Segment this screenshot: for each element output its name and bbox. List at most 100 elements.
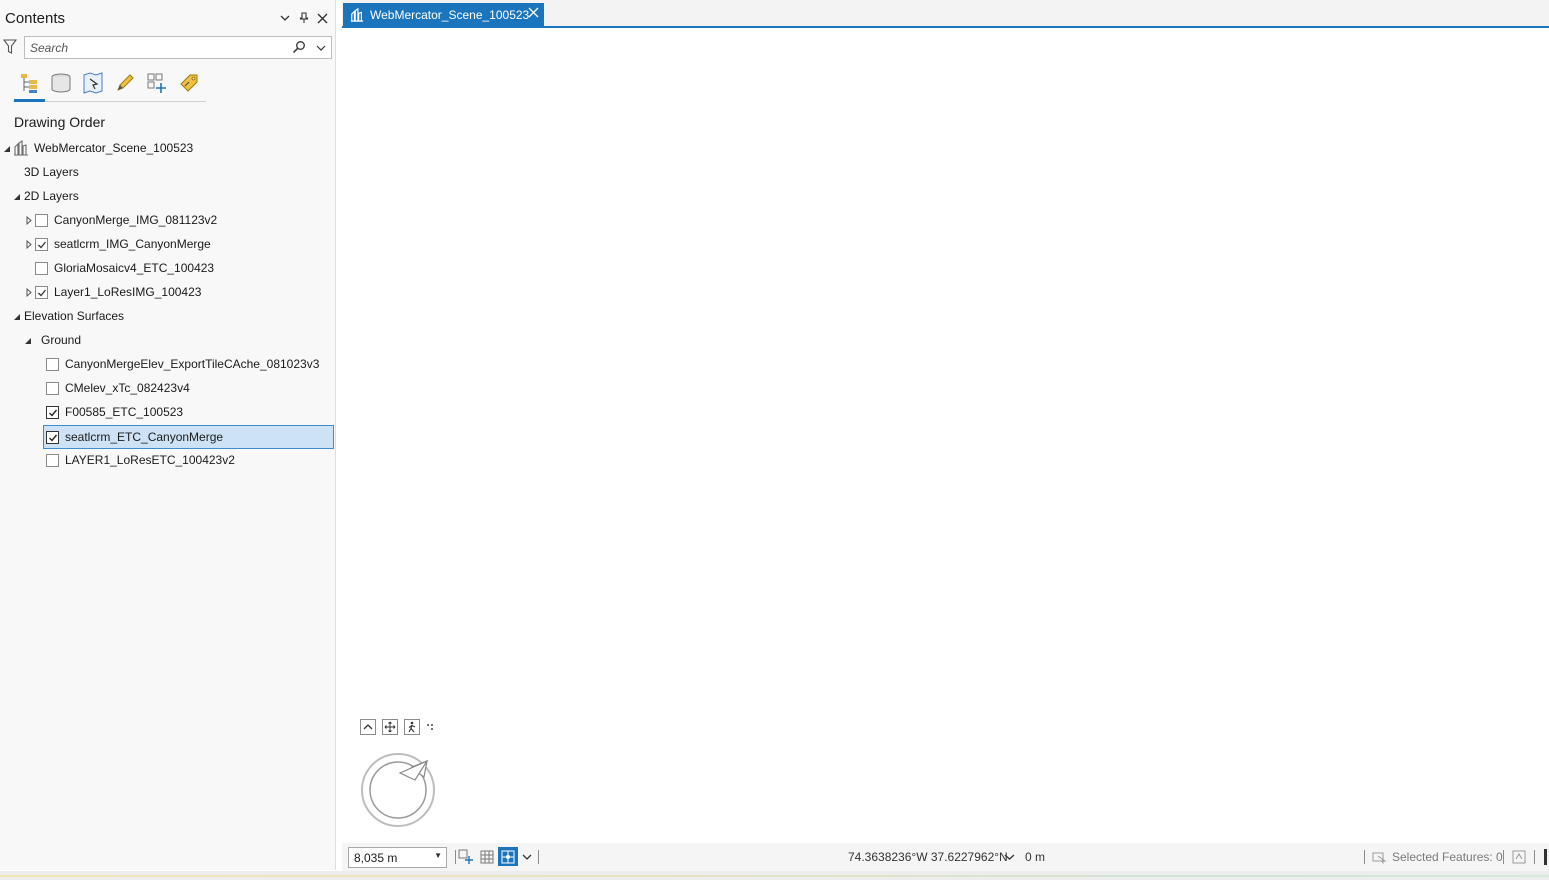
expand-icon[interactable]	[24, 288, 33, 297]
full-extent-button[interactable]	[382, 719, 398, 735]
separator	[1503, 850, 1504, 864]
tree-item-label: Layer1_LoResIMG_100423	[54, 285, 202, 299]
tree-item-ground[interactable]: Ground	[0, 329, 336, 351]
label-tag-icon	[180, 74, 198, 92]
tree-item-label: Ground	[41, 333, 82, 347]
layer-visibility-checkbox[interactable]	[35, 262, 48, 275]
list-by-selection-tab[interactable]	[77, 66, 109, 100]
tree-item-label: seatlcrm_IMG_CanyonMerge	[54, 237, 211, 251]
search-icon[interactable]	[292, 40, 306, 57]
scale-value: 8,035 m	[354, 851, 398, 865]
check-icon	[37, 289, 46, 296]
tree-item-layer[interactable]: seatlcrm_IMG_CanyonMerge	[0, 233, 336, 255]
contents-pane: Contents Search Drawing Order WebMercato…	[0, 0, 336, 870]
drawing-order-icon	[21, 74, 37, 93]
chevron-down-icon[interactable]	[518, 848, 536, 866]
chevron-down-icon[interactable]	[1004, 851, 1015, 865]
navigator-controls	[360, 719, 434, 735]
layer-visibility-checkbox[interactable]	[46, 358, 59, 371]
pause-drawing-handle[interactable]	[1544, 849, 1547, 865]
tree-item-elevation-surfaces[interactable]: Elevation Surfaces	[0, 305, 336, 327]
list-by-labeling-tab[interactable]	[173, 66, 205, 100]
tree-item-label: 2D Layers	[24, 189, 79, 203]
snapping-icon	[501, 850, 515, 863]
expand-icon[interactable]	[24, 240, 33, 249]
filter-icon[interactable]	[2, 39, 18, 58]
tree-item-label: CanyonMergeElev_ExportTileCAche_081023v3	[65, 357, 320, 371]
collapse-icon[interactable]	[12, 192, 21, 201]
collapse-icon[interactable]	[2, 144, 11, 153]
layer-visibility-checkbox[interactable]	[35, 238, 48, 251]
tree-item-elevation-source-selected[interactable]: seatlcrm_ETC_CanyonMerge	[0, 426, 336, 448]
tree-item-scene[interactable]: WebMercator_Scene_100523	[0, 137, 336, 159]
grip-dots-icon[interactable]	[426, 720, 434, 734]
map-tab-bar: WebMercator_Scene_100523	[342, 0, 1549, 28]
chevron-up-icon	[363, 724, 373, 730]
tree-item-elevation-source[interactable]: F00585_ETC_100523	[0, 401, 336, 423]
grid-icon	[480, 850, 494, 864]
coordinate-readout: 74.3638236°W 37.6227962°N	[848, 850, 1008, 864]
tree-item-elevation-source[interactable]: CanyonMergeElev_ExportTileCAche_081023v3	[0, 353, 336, 375]
search-box[interactable]	[24, 36, 332, 59]
tree-item-label: WebMercator_Scene_100523	[34, 141, 194, 155]
elevation-readout: 0 m	[1025, 850, 1046, 864]
close-icon[interactable]	[316, 10, 329, 26]
tree-item-label: GloriaMosaicv4_ETC_100423	[54, 261, 215, 275]
refresh-selection-button[interactable]	[1510, 848, 1528, 866]
separator	[1534, 850, 1535, 864]
scene-icon	[13, 139, 29, 159]
dropdown-arrow-icon: ▼	[434, 851, 442, 860]
add-extent-button[interactable]	[457, 848, 475, 866]
pin-icon[interactable]	[297, 10, 310, 26]
close-icon[interactable]	[528, 7, 539, 21]
first-person-button[interactable]	[404, 719, 420, 735]
map-selection-icon	[83, 72, 103, 94]
separator	[1364, 850, 1365, 864]
list-by-editing-tab[interactable]	[109, 66, 141, 100]
clear-selection-icon	[1512, 850, 1526, 864]
tree-item-elevation-source[interactable]: LAYER1_LoResETC_100423v2	[0, 449, 336, 471]
chevron-down-icon[interactable]	[278, 10, 291, 26]
tree-item-elevation-source[interactable]: CMelev_xTc_082423v4	[0, 377, 336, 399]
layer-visibility-checkbox[interactable]	[35, 214, 48, 227]
list-by-data-source-tab[interactable]	[45, 66, 77, 100]
layer-visibility-checkbox[interactable]	[46, 406, 59, 419]
tree-item-layer[interactable]: Layer1_LoResIMG_100423	[0, 281, 336, 303]
tree-item-2d-layers[interactable]: 2D Layers	[0, 185, 336, 207]
list-by-drawing-order-tab[interactable]	[13, 66, 45, 102]
tree-item-layer[interactable]: CanyonMerge_IMG_081123v2	[0, 209, 336, 231]
tree-item-label: Elevation Surfaces	[24, 309, 125, 323]
navigator-compass[interactable]	[360, 752, 436, 831]
chevron-down-icon[interactable]	[316, 42, 326, 56]
tree-item-label: F00585_ETC_100523	[65, 405, 184, 419]
collapse-navigator-button[interactable]	[360, 719, 376, 735]
selected-features-indicator[interactable]: Selected Features: 0	[1372, 850, 1503, 864]
search-input[interactable]	[25, 37, 275, 58]
layer-visibility-checkbox[interactable]	[46, 431, 59, 444]
tree-item-3d-layers[interactable]: 3D Layers	[0, 161, 336, 183]
tree-item-label: CanyonMerge_IMG_081123v2	[54, 213, 218, 227]
database-icon	[51, 73, 71, 93]
tree-item-layer[interactable]: GloriaMosaicv4_ETC_100423	[0, 257, 336, 279]
pane-controls	[278, 10, 329, 26]
grid-button[interactable]	[478, 848, 496, 866]
tab-label: WebMercator_Scene_100523	[370, 7, 530, 22]
layer-visibility-checkbox[interactable]	[46, 382, 59, 395]
scale-dropdown[interactable]: 8,035 m ▼	[348, 847, 447, 868]
separator	[538, 850, 539, 864]
list-by-snapping-tab[interactable]	[141, 66, 173, 100]
collapse-icon[interactable]	[23, 336, 32, 345]
snapping-toggle-button[interactable]	[498, 847, 518, 866]
collapse-icon[interactable]	[12, 312, 21, 321]
tab-scene[interactable]: WebMercator_Scene_100523	[343, 3, 544, 26]
expand-icon[interactable]	[24, 216, 33, 225]
add-extent-icon	[458, 849, 473, 864]
layer-visibility-checkbox[interactable]	[35, 286, 48, 299]
scene-view[interactable]	[342, 28, 1549, 843]
tree-item-label: CMelev_xTc_082423v4	[65, 381, 190, 395]
check-icon	[37, 241, 46, 248]
check-icon	[48, 434, 57, 442]
layer-visibility-checkbox[interactable]	[46, 454, 59, 467]
contents-view-tabs	[13, 66, 206, 102]
selected-features-icon	[1372, 852, 1387, 864]
